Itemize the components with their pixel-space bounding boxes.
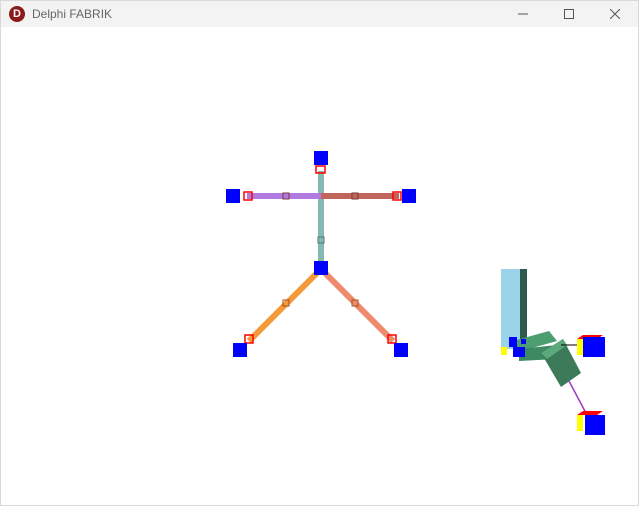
arm-base-handle[interactable] (509, 337, 517, 347)
left-hand-handle[interactable] (226, 189, 240, 203)
app-icon-letter: D (13, 7, 21, 20)
target-cube[interactable] (577, 335, 605, 357)
chain-end-cube[interactable] (577, 411, 605, 435)
chain-link-line (568, 380, 588, 416)
title-bar[interactable]: D Delphi FABRIK (1, 1, 638, 27)
right-leg-bone (318, 266, 396, 344)
scene-canvas[interactable] (1, 27, 638, 505)
maximize-button[interactable] (546, 1, 592, 27)
humanoid-rig (226, 151, 416, 357)
arm-elbow-handle[interactable] (513, 347, 525, 357)
close-button[interactable] (592, 1, 638, 27)
left-foot-handle[interactable] (233, 343, 247, 357)
window-title: Delphi FABRIK (32, 7, 113, 21)
delphi-app-icon: D (9, 6, 25, 22)
minimize-button[interactable] (500, 1, 546, 27)
right-hand-handle[interactable] (402, 189, 416, 203)
close-icon (610, 9, 620, 19)
minimize-icon (518, 13, 528, 15)
viewport-3d[interactable] (1, 27, 638, 505)
pillar-base-accent (501, 347, 507, 355)
window-controls (500, 1, 638, 27)
robot-arm-rig (501, 269, 605, 435)
left-leg-bone (246, 266, 324, 344)
pelvis-handle[interactable] (314, 261, 328, 275)
head-handle[interactable] (314, 151, 328, 165)
maximize-icon (564, 9, 574, 19)
app-window: D Delphi FABRIK (0, 0, 639, 506)
arm-joint-handle[interactable] (521, 339, 526, 344)
right-foot-handle[interactable] (394, 343, 408, 357)
